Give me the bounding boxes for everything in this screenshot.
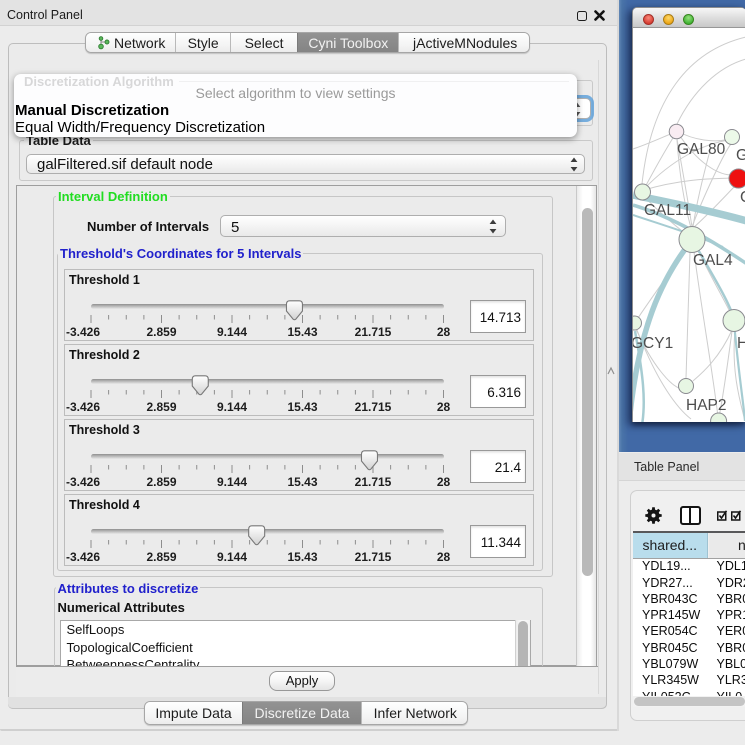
svg-text:GCY1: GCY1 bbox=[633, 335, 673, 352]
svg-text:GAL4: GAL4 bbox=[693, 252, 733, 269]
svg-text:HAP2: HAP2 bbox=[686, 397, 727, 414]
svg-text:H: H bbox=[737, 335, 745, 352]
svg-text:GAL11: GAL11 bbox=[644, 202, 691, 219]
svg-text:GAL80: GAL80 bbox=[677, 141, 726, 158]
svg-text:GA: GA bbox=[736, 147, 745, 164]
svg-text:C: C bbox=[740, 189, 745, 206]
